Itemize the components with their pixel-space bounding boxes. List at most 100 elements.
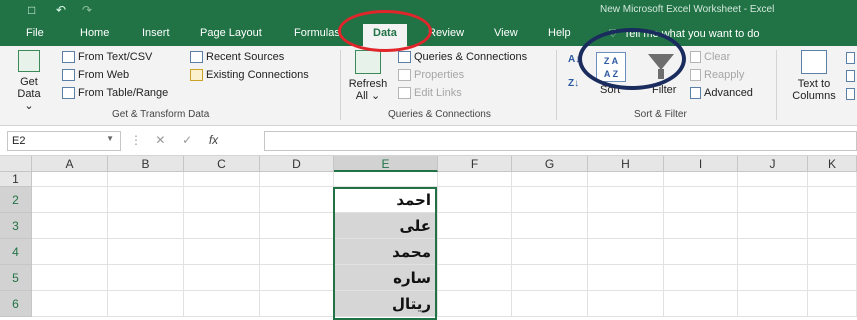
cell-e1[interactable] xyxy=(334,172,438,187)
tab-formulas[interactable]: Formulas xyxy=(294,27,340,39)
grid-cell[interactable] xyxy=(808,187,857,213)
grid-cell[interactable] xyxy=(664,239,738,265)
column-header-i[interactable]: I xyxy=(664,156,738,172)
row-header-3[interactable]: 3 xyxy=(0,213,32,239)
cell-e3[interactable]: على xyxy=(334,213,438,239)
grid-cell[interactable] xyxy=(512,239,588,265)
grid-cell[interactable] xyxy=(260,187,334,213)
grid-cell[interactable] xyxy=(32,291,108,317)
redo-icon[interactable]: ↷ xyxy=(82,3,92,17)
row-header-2[interactable]: 2 xyxy=(0,187,32,213)
grid-cell[interactable] xyxy=(512,265,588,291)
column-header-c[interactable]: C xyxy=(184,156,260,172)
grid-cell[interactable] xyxy=(108,187,184,213)
grid-cell[interactable] xyxy=(32,239,108,265)
grid-cell[interactable] xyxy=(664,213,738,239)
select-all-corner[interactable] xyxy=(0,156,32,172)
column-header-e[interactable]: E xyxy=(334,156,438,172)
row-header-4[interactable]: 4 xyxy=(0,239,32,265)
data-validation-icon[interactable] xyxy=(846,88,855,100)
enter-icon[interactable]: ✓ xyxy=(182,133,192,147)
column-header-b[interactable]: B xyxy=(108,156,184,172)
tab-file[interactable]: File xyxy=(26,27,44,39)
grid-cell[interactable] xyxy=(664,291,738,317)
grid-cell[interactable] xyxy=(438,187,512,213)
insert-function-icon[interactable]: fx xyxy=(209,133,218,147)
grid-cell[interactable] xyxy=(808,265,857,291)
grid-cell[interactable] xyxy=(664,187,738,213)
flash-fill-icon[interactable] xyxy=(846,52,855,64)
grid-cell[interactable] xyxy=(260,172,334,187)
tab-help[interactable]: Help xyxy=(548,27,571,39)
grid-cell[interactable] xyxy=(438,291,512,317)
from-text-csv-button[interactable]: From Text/CSV xyxy=(62,51,152,63)
existing-connections-button[interactable]: Existing Connections xyxy=(190,69,309,81)
column-header-f[interactable]: F xyxy=(438,156,512,172)
grid-cell[interactable] xyxy=(588,213,664,239)
cell-e2[interactable]: احمد xyxy=(334,187,438,213)
grid-cell[interactable] xyxy=(260,239,334,265)
grid-cell[interactable] xyxy=(808,213,857,239)
cell-e4[interactable]: محمد xyxy=(334,239,438,265)
column-header-g[interactable]: G xyxy=(512,156,588,172)
tab-insert[interactable]: Insert xyxy=(142,27,170,39)
chevron-down-icon[interactable]: ▼ xyxy=(106,134,114,143)
grid-cell[interactable] xyxy=(184,187,260,213)
grid-cell[interactable] xyxy=(438,213,512,239)
name-box[interactable]: E2 ▼ xyxy=(7,131,121,151)
grid-cell[interactable] xyxy=(512,291,588,317)
remove-duplicates-icon[interactable] xyxy=(846,70,855,82)
grid-cell[interactable] xyxy=(260,213,334,239)
grid-cell[interactable] xyxy=(588,265,664,291)
grid-cell[interactable] xyxy=(588,172,664,187)
row-header-6[interactable]: 6 xyxy=(0,291,32,317)
undo-icon[interactable]: ↶ xyxy=(56,3,66,17)
edit-links-button[interactable]: Edit Links xyxy=(398,87,462,99)
grid-cell[interactable] xyxy=(32,265,108,291)
grid-cell[interactable] xyxy=(738,239,808,265)
grid-cell[interactable] xyxy=(808,291,857,317)
grid-cell[interactable] xyxy=(32,187,108,213)
column-header-d[interactable]: D xyxy=(260,156,334,172)
grid-cell[interactable] xyxy=(438,239,512,265)
grid-cell[interactable] xyxy=(438,265,512,291)
grid-cell[interactable] xyxy=(512,213,588,239)
grid-cell[interactable] xyxy=(664,172,738,187)
refresh-all-button[interactable]: Refresh All ⌄ xyxy=(346,50,390,102)
get-data-button[interactable]: Get Data ⌄ xyxy=(12,50,46,112)
sort-z-to-a-button[interactable]: Z↓ xyxy=(568,78,579,89)
recent-sources-button[interactable]: Recent Sources xyxy=(190,51,284,63)
grid-cell[interactable] xyxy=(438,172,512,187)
advanced-button[interactable]: Advanced xyxy=(690,87,753,99)
grid-cell[interactable] xyxy=(108,265,184,291)
grid-cell[interactable] xyxy=(184,213,260,239)
column-header-h[interactable]: H xyxy=(588,156,664,172)
grid-cell[interactable] xyxy=(738,172,808,187)
clear-button[interactable]: Clear xyxy=(690,51,730,63)
grid-cell[interactable] xyxy=(512,187,588,213)
text-to-columns-button[interactable]: Text to Columns xyxy=(786,50,842,102)
grid-cell[interactable] xyxy=(184,239,260,265)
grid-cell[interactable] xyxy=(808,172,857,187)
grid-cell[interactable] xyxy=(738,187,808,213)
properties-button[interactable]: Properties xyxy=(398,69,464,81)
from-table-range-button[interactable]: From Table/Range xyxy=(62,87,168,99)
formula-input[interactable] xyxy=(264,131,857,151)
grid-cell[interactable] xyxy=(738,213,808,239)
column-header-k[interactable]: K xyxy=(808,156,857,172)
grid-cell[interactable] xyxy=(260,265,334,291)
cell-e6[interactable]: ريتال xyxy=(334,291,438,317)
grid-cell[interactable] xyxy=(32,172,108,187)
from-web-button[interactable]: From Web xyxy=(62,69,129,81)
grid-cell[interactable] xyxy=(184,265,260,291)
grid-cell[interactable] xyxy=(108,213,184,239)
grid-cell[interactable] xyxy=(512,172,588,187)
save-icon[interactable]: □ xyxy=(28,3,35,17)
grid-cell[interactable] xyxy=(260,291,334,317)
grid-cell[interactable] xyxy=(738,291,808,317)
column-header-j[interactable]: J xyxy=(738,156,808,172)
grid-cell[interactable] xyxy=(738,265,808,291)
queries-connections-button[interactable]: Queries & Connections xyxy=(398,51,527,63)
grid-cell[interactable] xyxy=(588,291,664,317)
grid-cell[interactable] xyxy=(32,213,108,239)
